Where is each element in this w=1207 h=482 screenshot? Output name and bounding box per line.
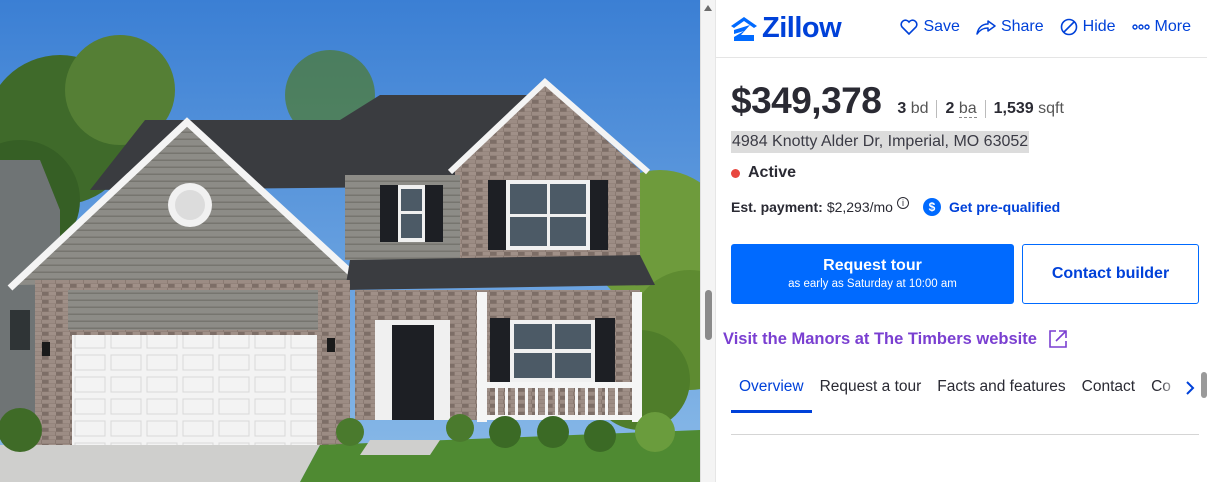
info-icon[interactable]: i bbox=[896, 197, 909, 209]
sqft-fact: 1,539 sqft bbox=[984, 100, 1072, 118]
baths-value: 2 bbox=[945, 100, 955, 117]
beds-fact: 3 bd bbox=[897, 100, 936, 118]
share-label: Share bbox=[1000, 18, 1044, 35]
external-link-icon bbox=[1049, 330, 1067, 348]
hide-icon bbox=[1060, 18, 1077, 36]
request-tour-button[interactable]: Request tour as early as Saturday at 10:… bbox=[731, 244, 1014, 304]
listing-panel: Zillow Save Share Hide More $349,378 3 b… bbox=[716, 0, 1207, 482]
property-photo[interactable] bbox=[0, 0, 700, 482]
share-icon bbox=[976, 20, 996, 35]
save-label: Save bbox=[923, 18, 960, 35]
house-image bbox=[0, 0, 700, 482]
hide-label: Hide bbox=[1082, 18, 1116, 35]
chevron-right-icon bbox=[1186, 381, 1195, 395]
hide-button[interactable]: Hide bbox=[1060, 18, 1116, 36]
home-facts: 3 bd 2 ba 1,539 sqft bbox=[897, 100, 1072, 118]
sqft-unit: sqft bbox=[1038, 100, 1064, 117]
status-dot-icon bbox=[731, 168, 740, 178]
scroll-up-arrow-icon[interactable] bbox=[704, 5, 712, 11]
listing-status: Active bbox=[731, 164, 796, 182]
get-prequalified-link[interactable]: $ Get pre-qualified bbox=[922, 198, 1061, 216]
sqft-value: 1,539 bbox=[993, 100, 1034, 117]
baths-fact[interactable]: 2 ba bbox=[936, 100, 984, 118]
builder-website-label: Visit the Manors at The Timbers website bbox=[723, 329, 1037, 348]
tab-facts-and-features[interactable]: Facts and features bbox=[929, 366, 1073, 410]
listing-price: $349,378 bbox=[731, 80, 882, 121]
scrollbar-thumb[interactable] bbox=[705, 290, 712, 340]
section-tabs: Overview Request a tour Facts and featur… bbox=[731, 366, 1199, 418]
more-button[interactable]: More bbox=[1131, 18, 1191, 36]
top-bar: Zillow Save Share Hide More bbox=[716, 0, 1207, 58]
payment-label: Est. payment: bbox=[731, 199, 823, 215]
price-summary: $349,378 3 bd 2 ba 1,539 sqft bbox=[731, 80, 1072, 122]
save-button[interactable]: Save bbox=[900, 18, 960, 36]
listing-address[interactable]: 4984 Knotty Alder Dr, Imperial, MO 63052 bbox=[731, 131, 1030, 153]
heart-icon bbox=[900, 19, 919, 35]
payment-value: $2,293/mo bbox=[826, 199, 893, 215]
request-tour-subtext: as early as Saturday at 10:00 am bbox=[788, 278, 957, 290]
tab-request-a-tour[interactable]: Request a tour bbox=[812, 366, 930, 410]
dollar-icon: $ bbox=[922, 198, 941, 216]
tabs-divider bbox=[731, 434, 1199, 435]
tab-contact[interactable]: Contact bbox=[1074, 366, 1143, 410]
logo-text: Zillow bbox=[762, 12, 842, 44]
panel-scrollbar-thumb[interactable] bbox=[1201, 372, 1207, 398]
photo-scrollbar[interactable] bbox=[700, 0, 716, 482]
zillow-house-icon bbox=[731, 16, 757, 41]
more-icon bbox=[1131, 24, 1150, 30]
zillow-logo[interactable]: Zillow bbox=[730, 12, 842, 45]
more-label: More bbox=[1154, 18, 1191, 35]
beds-unit: bd bbox=[910, 100, 929, 117]
payment-estimate: Est. payment: $2,293/mo i $ Get pre-qual… bbox=[731, 197, 1061, 216]
prequal-label: Get pre-qualified bbox=[948, 199, 1061, 215]
baths-unit: ba bbox=[958, 100, 977, 118]
builder-website-link[interactable]: Visit the Manors at The Timbers website bbox=[723, 328, 1069, 350]
tabs-scroll-right-button[interactable] bbox=[1163, 366, 1199, 418]
request-tour-label: Request tour bbox=[823, 257, 922, 274]
tab-overview[interactable]: Overview bbox=[731, 366, 812, 413]
status-text: Active bbox=[748, 164, 797, 181]
header-actions: Save Share Hide More bbox=[900, 18, 1191, 36]
contact-builder-button[interactable]: Contact builder bbox=[1022, 244, 1199, 304]
share-button[interactable]: Share bbox=[976, 18, 1044, 36]
beds-value: 3 bbox=[897, 100, 907, 117]
